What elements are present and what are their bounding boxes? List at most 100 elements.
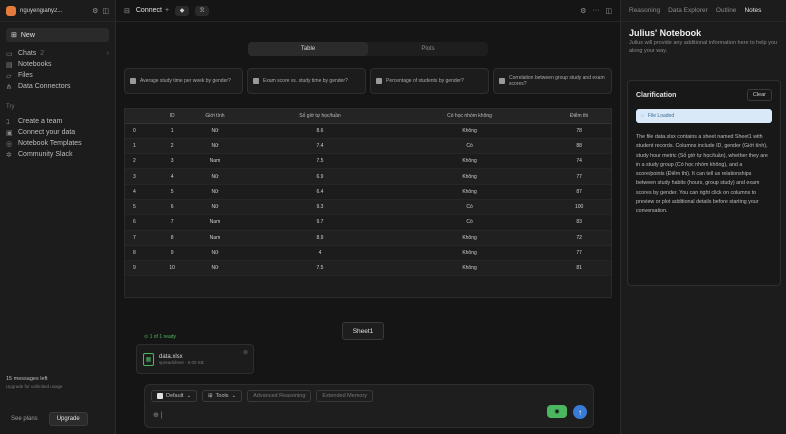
view-tabs: Table Plots xyxy=(248,42,488,56)
table-cell: 4 xyxy=(162,168,182,185)
more-icon[interactable]: ··· xyxy=(592,7,599,14)
chart-icon xyxy=(253,78,259,84)
table-row[interactable]: 3 4 Nữ 6.9 Không 77 xyxy=(125,168,611,185)
table-row[interactable]: 9 10 Nữ 7.5 Không 81 xyxy=(125,260,611,277)
model-select[interactable]: Default ⌄ xyxy=(151,390,198,402)
column-header[interactable]: ID xyxy=(162,109,182,124)
clear-button[interactable]: Clear xyxy=(746,89,772,101)
table-cell: Nữ xyxy=(181,184,249,200)
message-input[interactable]: ⊕ | xyxy=(153,411,163,419)
table-cell: 74 xyxy=(547,153,611,170)
sheet-tab-button[interactable]: Sheet1 xyxy=(342,322,384,340)
tools-select[interactable]: ⊞ Tools ⌄ xyxy=(202,390,243,402)
python-icon[interactable]: ◆ xyxy=(175,5,190,16)
table-cell: 83 xyxy=(547,214,611,231)
suggestion-card[interactable]: Percentage of students by gender? xyxy=(370,68,489,94)
new-button[interactable]: ⊞ New xyxy=(6,28,109,42)
tab-outline[interactable]: Outline xyxy=(716,7,737,14)
tab-plots[interactable]: Plots xyxy=(368,42,488,56)
file-loaded-badge: ◌ File Loaded xyxy=(636,109,772,123)
sidebar-item-chats[interactable]: ▭ Chats 2 › xyxy=(6,48,109,59)
file-attachment-card[interactable]: ▦ data.xlsx spreadsheet · 9.00 KB ⊗ xyxy=(136,344,254,374)
notebook-title: Julius' Notebook xyxy=(629,28,702,38)
suggestion-card[interactable]: Average study time per week by gender? xyxy=(124,68,243,94)
right-panel: Reasoning Data Explorer Outline Notes Ju… xyxy=(620,0,786,434)
see-plans-link[interactable]: See plans xyxy=(6,413,43,425)
table-cell: Không xyxy=(391,260,548,277)
sidebar-item-label: Files xyxy=(18,72,33,79)
sidebar-item-files[interactable]: ▱ Files xyxy=(6,70,109,81)
sidebar-item-templates[interactable]: ◎ Notebook Templates xyxy=(6,138,109,149)
table-cell: Không xyxy=(391,230,548,246)
table-cell: Nữ xyxy=(181,123,249,139)
table-row[interactable]: 5 6 Nữ 9.3 Có 100 xyxy=(125,199,611,216)
column-header[interactable]: Có học nhóm không xyxy=(391,109,548,124)
sidebar-nav: ▭ Chats 2 › ▤ Notebooks ▱ Files ⋔ Data C… xyxy=(0,46,115,94)
upgrade-button[interactable]: Upgrade xyxy=(48,412,88,426)
tools-icon: ⊞ xyxy=(208,393,213,399)
notebook-subtitle: Julius will provide any additional infor… xyxy=(629,40,777,54)
sidebar-item-label: Connect your data xyxy=(18,129,76,136)
table-row[interactable]: 1 2 Nữ 7.4 Có 88 xyxy=(125,138,611,155)
tools-label: Tools xyxy=(215,393,229,399)
sidebar-item-connect-data[interactable]: ▣ Connect your data xyxy=(6,127,109,138)
plus-icon: ⊞ xyxy=(11,32,17,39)
tab-reasoning[interactable]: Reasoning xyxy=(629,7,660,14)
tab-notes[interactable]: Notes xyxy=(744,7,761,14)
table-cell: 8.6 xyxy=(248,123,392,139)
column-header[interactable] xyxy=(125,109,163,124)
table-row[interactable]: 4 5 Nữ 6.4 Không 87 xyxy=(125,184,611,200)
plus-icon: + xyxy=(164,7,170,14)
user-menu[interactable]: nguyengiahy2... xyxy=(20,8,88,14)
sidebar-item-notebooks[interactable]: ▤ Notebooks xyxy=(6,59,109,70)
advanced-reasoning-toggle[interactable]: Advanced Reasoning xyxy=(247,390,312,402)
table-cell: 8 xyxy=(162,230,182,246)
send-button[interactable]: ↑ xyxy=(573,405,587,419)
settings-icon[interactable]: ⚙ xyxy=(92,7,98,15)
panel-icon[interactable]: ⊟ xyxy=(124,7,130,15)
column-header[interactable]: Số giờ tự học/tuần xyxy=(248,109,392,124)
chats-count: 2 xyxy=(40,50,45,57)
grammarly-icon[interactable]: ◉ xyxy=(547,405,567,418)
chevron-down-icon: ⌄ xyxy=(231,393,237,399)
sidebar-item-data-connectors[interactable]: ⋔ Data Connectors xyxy=(6,81,109,92)
chevron-right-icon[interactable]: › xyxy=(107,50,109,57)
column-header[interactable]: Giới tính xyxy=(181,109,249,124)
settings-gear-icon[interactable]: ⚙ xyxy=(580,7,586,15)
table-cell: Không xyxy=(391,184,548,200)
table-row[interactable]: 8 9 Nữ 4 Không 77 xyxy=(125,245,611,262)
column-header[interactable]: Điểm thi xyxy=(547,109,611,124)
r-language-icon[interactable]: ℛ xyxy=(195,5,210,16)
julius-icon xyxy=(157,393,163,399)
remove-file-icon[interactable]: ⊗ xyxy=(243,349,248,356)
table-row[interactable]: 0 1 Nữ 8.6 Không 78 xyxy=(125,123,611,139)
spreadsheet-icon: ▦ xyxy=(143,352,154,366)
suggestion-card[interactable]: Exam score vs. study time by gender? xyxy=(247,68,366,94)
toggle-panel-icon[interactable]: ◫ xyxy=(605,7,612,15)
table-cell: 77 xyxy=(547,168,611,185)
table-cell: 1 xyxy=(125,138,163,155)
extended-memory-toggle[interactable]: Extended Memory xyxy=(316,390,374,402)
info-circle-icon: ◌ xyxy=(641,113,644,119)
sidebar-item-label: Chats xyxy=(18,50,37,57)
collapse-sidebar-icon[interactable]: ◫ xyxy=(102,7,109,15)
table-cell: 1 xyxy=(162,123,182,139)
table-row[interactable]: 7 8 Nam 8.9 Không 72 xyxy=(125,230,611,246)
tab-data-explorer[interactable]: Data Explorer xyxy=(668,7,708,14)
data-table: ID Giới tính Số giờ tự học/tuần Có học n… xyxy=(125,109,611,277)
table-row[interactable]: 2 3 Nam 7.5 Không 74 xyxy=(125,153,611,170)
table-cell: 2 xyxy=(162,138,182,155)
sidebar-item-community-slack[interactable]: ✲ Community Slack xyxy=(6,149,109,160)
table-cell: 6 xyxy=(162,199,182,216)
try-section-title: Try xyxy=(6,104,15,110)
tab-table[interactable]: Table xyxy=(248,42,368,56)
chart-icon xyxy=(376,78,382,84)
connect-button[interactable]: Connect + xyxy=(136,7,169,14)
table-row[interactable]: 6 7 Nam 9.7 Có 83 xyxy=(125,214,611,231)
suggestion-text: Correlation between group study and exam… xyxy=(509,74,605,88)
right-panel-tabs: Reasoning Data Explorer Outline Notes xyxy=(621,0,786,22)
sidebar-item-create-team[interactable]: ﾕ Create a team xyxy=(6,116,109,127)
table-cell: 7.4 xyxy=(248,138,392,155)
suggestion-card[interactable]: Correlation between group study and exam… xyxy=(493,68,612,94)
table-cell: Không xyxy=(391,153,548,170)
